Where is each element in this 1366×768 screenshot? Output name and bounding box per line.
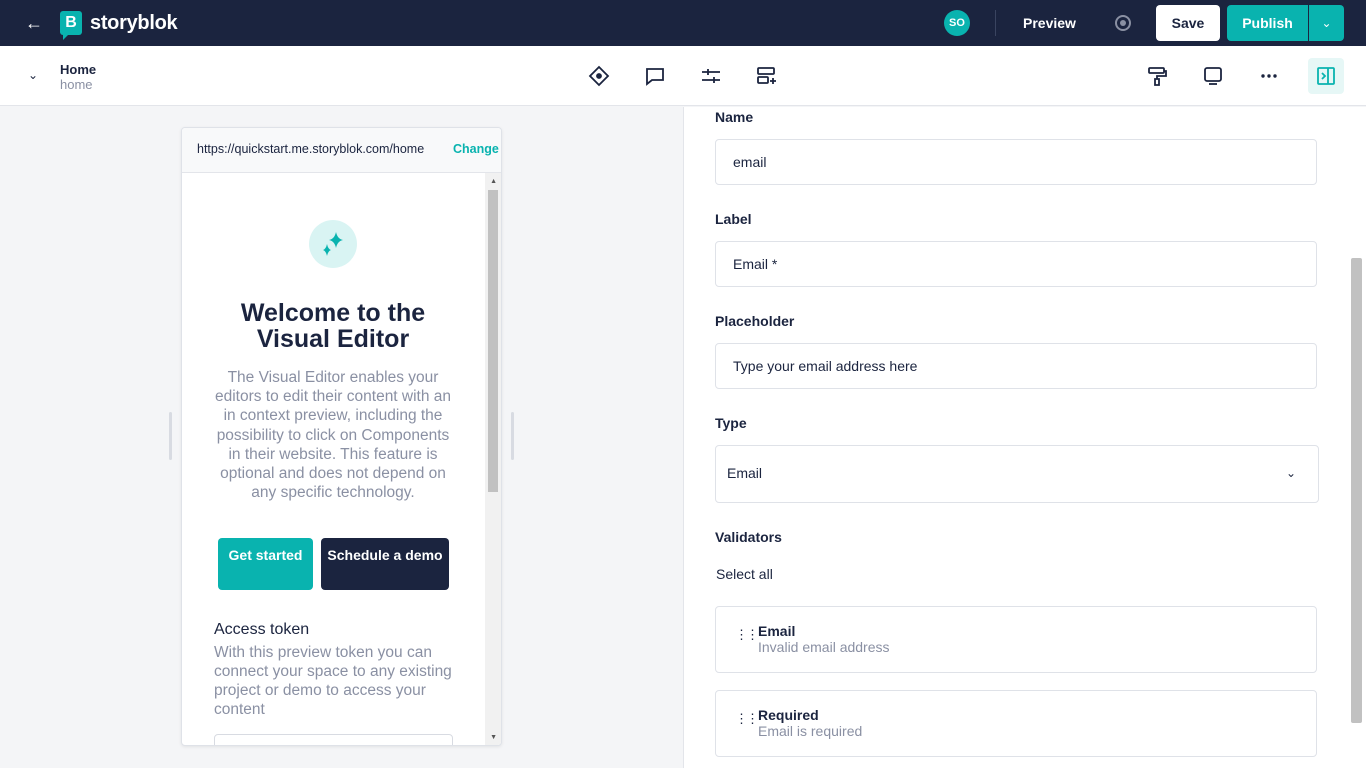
live-preview-toggle-icon[interactable] — [1115, 15, 1131, 31]
select-all-link[interactable]: Select all — [716, 566, 773, 582]
validator-message: Email is required — [758, 723, 863, 739]
get-started-button[interactable]: Get started — [218, 538, 313, 590]
validator-item[interactable]: ⋮⋮ Email Invalid email address — [715, 606, 1317, 673]
validator-item[interactable]: ⋮⋮ Required Email is required — [715, 690, 1317, 757]
user-avatar[interactable]: SO — [944, 10, 970, 36]
back-arrow-icon[interactable]: ← — [24, 13, 44, 33]
validator-name: Required — [758, 707, 819, 723]
toggle-sidebar-icon[interactable] — [1308, 58, 1344, 94]
preview-frame: https://quickstart.me.storyblok.com/home… — [181, 127, 502, 746]
access-token-title: Access token — [214, 621, 310, 638]
sparkle-icon — [309, 220, 357, 268]
type-label: Type — [715, 415, 747, 431]
label-input[interactable]: Email * — [715, 241, 1317, 287]
schedule-demo-button[interactable]: Schedule a demo — [321, 538, 449, 590]
device-preview-icon[interactable] — [1201, 64, 1225, 88]
type-select-value: Email — [727, 465, 763, 481]
chevron-down-icon: ⌄ — [1285, 466, 1296, 480]
story-dropdown-chevron-icon[interactable]: ⌄ — [28, 68, 38, 82]
editor-toolbar: ⌄ Home home — [0, 46, 1366, 106]
type-select[interactable]: Email ⌄ — [715, 445, 1319, 503]
preview-scroll-thumb[interactable] — [488, 190, 498, 492]
preview-button[interactable]: Preview — [1023, 15, 1076, 31]
scroll-up-arrow-icon[interactable]: ▲ — [490, 178, 497, 185]
drag-handle-icon[interactable]: ⋮⋮ — [735, 712, 759, 725]
placeholder-input[interactable]: Type your email address here — [715, 343, 1317, 389]
access-token-field[interactable] — [214, 734, 453, 745]
name-input[interactable]: email — [715, 139, 1317, 185]
drag-handle-icon[interactable]: ⋮⋮ — [735, 628, 759, 641]
validator-name: Email — [758, 623, 796, 639]
logo-mark: B — [60, 11, 82, 40]
story-slug: home — [60, 77, 93, 92]
story-title[interactable]: Home — [60, 62, 96, 77]
preview-url-bar: https://quickstart.me.storyblok.com/home… — [182, 128, 501, 173]
storyblok-logo[interactable]: B storyblok — [60, 11, 178, 40]
format-paint-icon[interactable] — [1145, 64, 1169, 88]
preview-url: https://quickstart.me.storyblok.com/home — [197, 142, 425, 156]
publish-button[interactable]: Publish — [1227, 5, 1308, 41]
save-button[interactable]: Save — [1156, 5, 1220, 41]
name-label: Name — [715, 109, 754, 125]
label-label: Label — [715, 211, 752, 227]
top-bar: ← B storyblok SO Preview Save Publish ⌄ — [0, 0, 1366, 46]
change-url-link[interactable]: Change U — [453, 142, 501, 156]
placeholder-label: Placeholder — [715, 313, 795, 329]
resize-handle-left[interactable] — [169, 412, 172, 460]
topbar-divider — [995, 10, 996, 36]
comments-icon[interactable] — [643, 64, 667, 88]
more-options-icon[interactable] — [1257, 64, 1281, 88]
resize-handle-right[interactable] — [511, 412, 514, 460]
welcome-description: The Visual Editor enables your editors t… — [214, 369, 452, 502]
scroll-down-arrow-icon[interactable]: ▼ — [490, 734, 497, 741]
target-icon[interactable] — [587, 64, 611, 88]
adjustments-icon[interactable] — [699, 64, 723, 88]
welcome-title: Welcome to the Visual Editor — [240, 299, 426, 353]
validator-message: Invalid email address — [758, 639, 890, 655]
publish-options-chevron-icon[interactable]: ⌄ — [1309, 5, 1344, 41]
logo-text: storyblok — [90, 11, 178, 34]
validators-label: Validators — [715, 529, 782, 545]
form-scrollbar[interactable] — [1351, 258, 1362, 723]
add-block-icon[interactable] — [755, 64, 779, 88]
access-token-description: With this preview token you can connect … — [214, 644, 452, 718]
